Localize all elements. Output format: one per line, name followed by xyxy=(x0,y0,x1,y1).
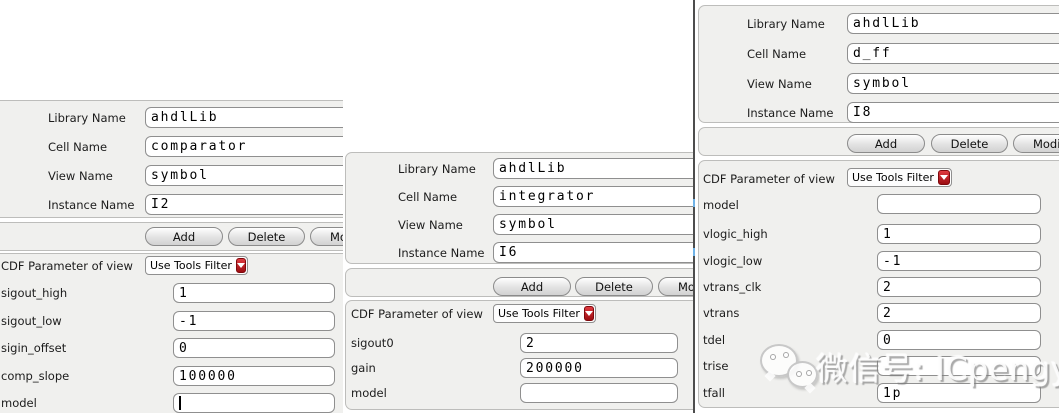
cdf-parameters-section xyxy=(0,253,343,413)
cell-name-input[interactable] xyxy=(847,43,1059,64)
instance-name-input[interactable] xyxy=(847,102,1059,123)
delete-button[interactable]: Delete xyxy=(575,277,653,296)
cdf-parameter-label: CDF Parameter of view xyxy=(703,172,835,186)
view-name-label: View Name xyxy=(48,169,113,183)
tools-filter-dropdown[interactable]: Use Tools Filter xyxy=(847,168,952,187)
trise-label: trise xyxy=(703,359,729,373)
chevron-down-icon xyxy=(236,258,246,273)
cell-name-input[interactable] xyxy=(145,136,343,157)
text-cursor xyxy=(179,396,181,410)
cdf-parameter-label: CDF Parameter of view xyxy=(1,259,133,273)
vlogic-high-label: vlogic_high xyxy=(703,227,768,241)
model-label: model xyxy=(1,396,37,410)
vtrans-clk-label: vtrans_clk xyxy=(703,280,761,294)
model-label: model xyxy=(703,198,739,212)
sigout-high-input[interactable] xyxy=(173,283,335,303)
tdel-input[interactable] xyxy=(877,330,1041,350)
sigin-offset-input[interactable] xyxy=(173,338,335,358)
instance-name-input[interactable] xyxy=(493,242,693,263)
model-input[interactable] xyxy=(520,383,678,403)
tools-filter-label: Use Tools Filter xyxy=(848,171,938,184)
view-name-label: View Name xyxy=(747,77,812,91)
cell-name-label: Cell Name xyxy=(398,190,457,204)
comp-slope-input[interactable] xyxy=(173,366,335,386)
comp-slope-label: comp_slope xyxy=(1,369,69,383)
model-input[interactable] xyxy=(877,194,1041,214)
vtrans-input[interactable] xyxy=(877,303,1041,323)
gain-label: gain xyxy=(351,361,376,375)
tfall-input[interactable] xyxy=(877,383,1041,403)
instance-name-label: Instance Name xyxy=(48,198,135,212)
instance-name-label: Instance Name xyxy=(747,106,834,120)
trise-input[interactable] xyxy=(877,356,1041,376)
tools-filter-dropdown[interactable]: Use Tools Filter xyxy=(493,304,596,323)
selection-tick xyxy=(693,199,695,207)
vtrans-clk-input[interactable] xyxy=(877,277,1041,297)
instance-name-input[interactable] xyxy=(145,194,343,215)
view-name-label: View Name xyxy=(398,218,463,232)
modify-button[interactable]: Modify xyxy=(310,227,343,246)
tdel-label: tdel xyxy=(703,333,725,347)
view-name-input[interactable] xyxy=(145,165,343,186)
tools-filter-dropdown[interactable]: Use Tools Filter xyxy=(145,256,248,275)
delete-button[interactable]: Delete xyxy=(228,227,305,246)
properties-panel-dff: Library Name Cell Name View Name Instanc… xyxy=(695,0,1059,413)
delete-button[interactable]: Delete xyxy=(931,134,1008,153)
selection-tick xyxy=(693,248,695,256)
library-name-label: Library Name xyxy=(48,111,126,125)
vlogic-low-label: vlogic_low xyxy=(703,254,762,268)
gain-input[interactable] xyxy=(520,358,678,378)
cell-name-label: Cell Name xyxy=(48,140,107,154)
tools-filter-label: Use Tools Filter xyxy=(494,307,584,320)
vlogic-low-input[interactable] xyxy=(877,251,1041,271)
cell-name-label: Cell Name xyxy=(747,47,806,61)
cdf-parameter-label: CDF Parameter of view xyxy=(351,307,483,321)
chevron-down-icon xyxy=(938,170,950,185)
sigout-low-label: sigout_low xyxy=(1,314,62,328)
add-button[interactable]: Add xyxy=(493,277,571,296)
model-input[interactable] xyxy=(173,393,335,413)
view-name-input[interactable] xyxy=(847,73,1059,94)
sigout0-label: sigout0 xyxy=(351,336,394,350)
vtrans-label: vtrans xyxy=(703,306,739,320)
library-name-label: Library Name xyxy=(398,162,476,176)
properties-panel-comparator: Library Name Cell Name View Name Instanc… xyxy=(0,100,343,413)
tfall-label: tfall xyxy=(703,386,725,400)
model-label: model xyxy=(351,386,387,400)
view-name-input[interactable] xyxy=(493,214,693,235)
tools-filter-label: Use Tools Filter xyxy=(146,259,236,272)
sigin-offset-label: sigin_offset xyxy=(1,341,66,355)
chevron-down-icon xyxy=(584,306,594,321)
sigout-low-input[interactable] xyxy=(173,311,335,331)
sigout0-input[interactable] xyxy=(520,333,678,353)
cell-name-input[interactable] xyxy=(493,186,693,207)
library-name-input[interactable] xyxy=(145,107,343,128)
library-name-input[interactable] xyxy=(493,158,693,179)
properties-panel-integrator: Library Name Cell Name View Name Instanc… xyxy=(343,150,693,413)
library-name-input[interactable] xyxy=(847,13,1059,34)
add-button[interactable]: Add xyxy=(145,227,223,246)
modify-button[interactable]: Modify xyxy=(1013,134,1059,153)
instance-name-label: Instance Name xyxy=(398,246,485,260)
library-name-label: Library Name xyxy=(747,17,825,31)
vlogic-high-input[interactable] xyxy=(877,224,1041,244)
screen: Library Name Cell Name View Name Instanc… xyxy=(0,0,1059,413)
add-button[interactable]: Add xyxy=(847,134,925,153)
modify-button[interactable]: Modify xyxy=(658,277,693,296)
sigout-high-label: sigout_high xyxy=(1,286,67,300)
